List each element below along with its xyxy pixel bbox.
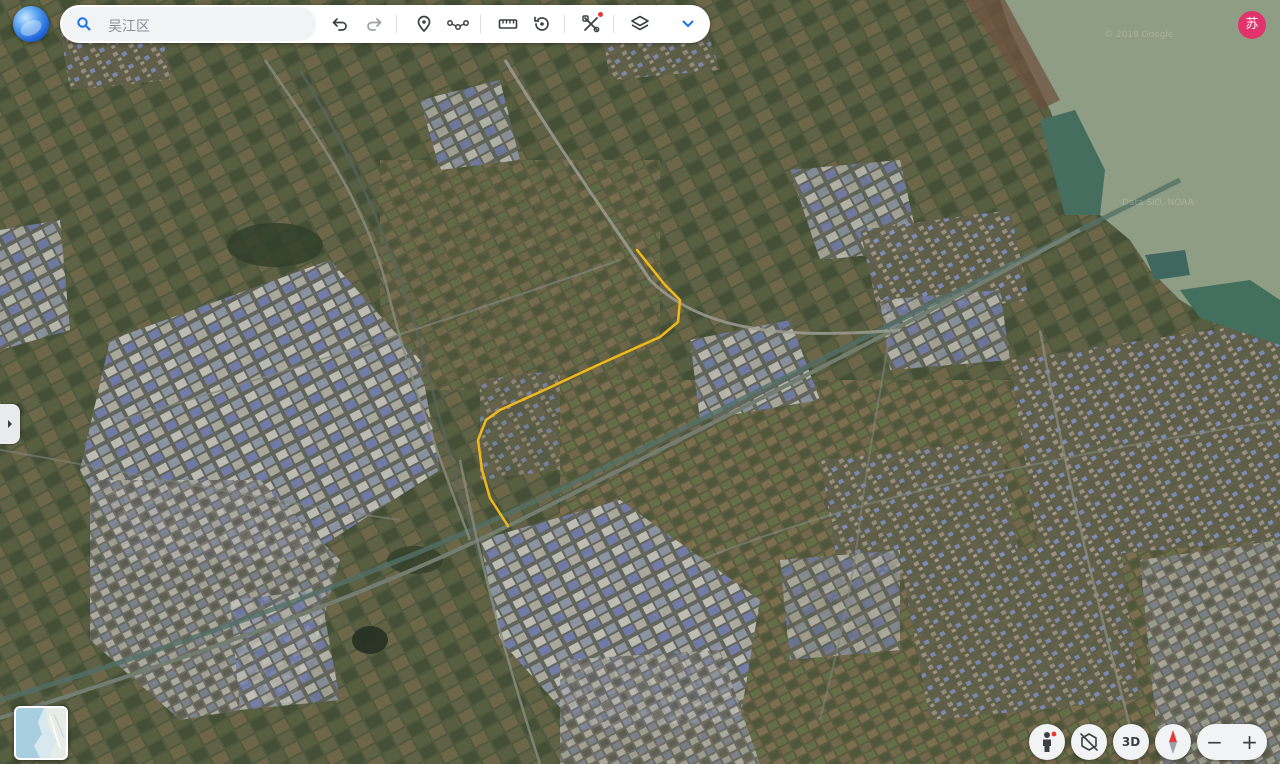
chevron-down-icon	[682, 20, 694, 27]
map-watermark: Data SIO, NOAA	[1122, 198, 1194, 208]
reset-tilt-button[interactable]	[1071, 724, 1107, 760]
street-view-button[interactable]	[1029, 724, 1065, 760]
redo-icon	[367, 18, 382, 31]
redo-button[interactable]	[362, 12, 386, 36]
minimap-thumbnail	[16, 708, 66, 758]
historical-imagery-button[interactable]	[530, 12, 554, 36]
search-box[interactable]: 吴江区	[62, 7, 316, 41]
compass-icon	[1169, 730, 1177, 754]
add-placemark-button[interactable]	[412, 12, 436, 36]
toolbar-divider	[396, 15, 397, 33]
pegman-icon	[1043, 731, 1057, 752]
sidebar-toggle-button[interactable]	[0, 404, 20, 444]
three-d-label: 3D	[1121, 735, 1141, 749]
measure-button[interactable]	[496, 12, 520, 36]
user-avatar[interactable]: 苏	[1238, 11, 1266, 39]
tilt-off-icon	[1080, 733, 1098, 751]
overview-minimap[interactable]	[14, 706, 68, 760]
draw-path-button[interactable]	[446, 12, 470, 36]
chevron-right-icon	[8, 420, 12, 428]
top-toolbar: 吴江区	[60, 5, 710, 43]
notification-dot	[598, 12, 603, 17]
zoom-in-button[interactable]: +	[1232, 724, 1267, 760]
search-icon	[77, 17, 91, 31]
toolbar-divider	[480, 15, 481, 33]
earth-logo-icon[interactable]	[13, 6, 49, 42]
map-layers-button[interactable]	[628, 12, 652, 36]
layers-icon	[631, 15, 649, 31]
map-watermark: © 2018 Google	[1104, 30, 1174, 40]
placemark-icon	[417, 15, 431, 33]
toggle-3d-button[interactable]: 3D	[1113, 724, 1149, 760]
tools-button[interactable]	[579, 12, 603, 36]
ruler-icon	[498, 19, 518, 29]
toolbar-divider	[564, 15, 565, 33]
undo-button[interactable]	[328, 12, 352, 36]
compass-button[interactable]	[1155, 724, 1191, 760]
expand-toolbar-button[interactable]	[676, 12, 700, 36]
path-icon	[447, 20, 469, 30]
history-icon	[534, 16, 549, 31]
toolbar-divider	[613, 15, 614, 33]
undo-icon	[332, 18, 347, 31]
zoom-out-button[interactable]: −	[1197, 724, 1232, 760]
zoom-control: − +	[1197, 724, 1267, 760]
satellite-map[interactable]	[0, 0, 1280, 764]
tools-icon	[582, 15, 600, 33]
search-input[interactable]: 吴江区	[108, 16, 150, 36]
